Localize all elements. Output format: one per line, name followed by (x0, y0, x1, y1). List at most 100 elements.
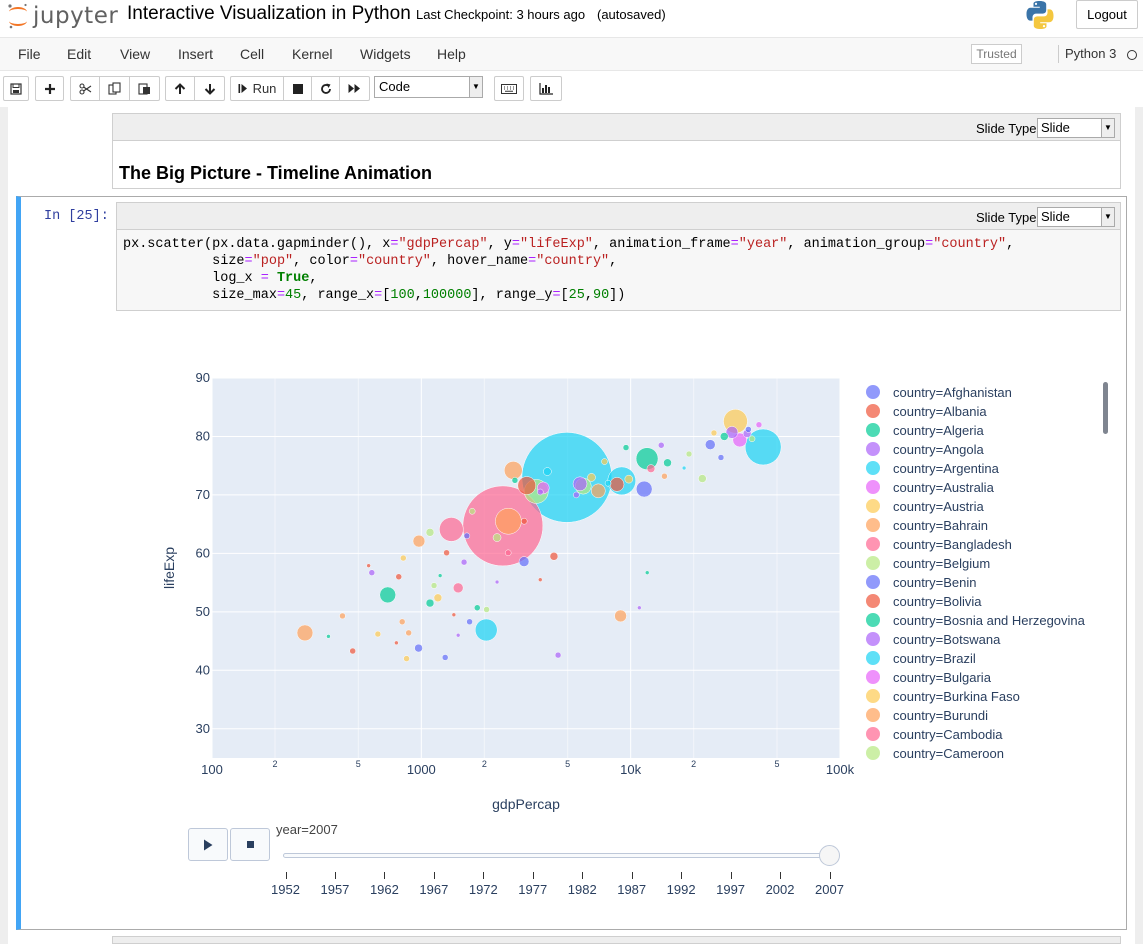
input-prompt: In [25]: (44, 209, 109, 224)
data-point (425, 598, 435, 608)
code-line: size="pop", color="country", hover_name=… (123, 254, 618, 269)
slider-tick-label[interactable]: 1987 (617, 882, 646, 897)
data-point (661, 472, 668, 480)
run-button[interactable]: Run (230, 76, 284, 101)
legend-marker (866, 385, 880, 399)
data-point (339, 612, 346, 620)
copy-button[interactable] (100, 76, 130, 101)
legend-item-label: country=Burkina Faso (893, 689, 1020, 704)
code-line: px.scatter(px.data.gapminder(), x="gdpPe… (123, 237, 1015, 252)
legend-item-label: country=Brazil (893, 651, 976, 666)
legend-item-label: country=Botswana (893, 632, 1001, 647)
menu-file[interactable]: File (18, 46, 41, 62)
logout-button[interactable]: Logout (1076, 0, 1138, 29)
code-line: log_x = True, (123, 271, 318, 286)
save-button[interactable] (3, 76, 29, 101)
legend-marker (866, 689, 880, 703)
arrow-up-icon (174, 82, 186, 94)
x-minor-tick-label: 2 (482, 759, 487, 769)
data-point (591, 483, 606, 499)
data-point (601, 458, 608, 465)
slide-type-select[interactable]: Slide ▼ (1037, 118, 1115, 138)
notebook-title[interactable]: Interactive Visualization in Python (127, 3, 411, 25)
play-button[interactable] (188, 828, 228, 861)
data-point (483, 606, 490, 613)
x-minor-tick-label: 2 (273, 759, 278, 769)
year-slider[interactable] (283, 853, 830, 858)
menu-edit[interactable]: Edit (67, 46, 91, 62)
code-line: size_max=45, range_x=[100,100000], range… (123, 288, 626, 303)
move-up-button[interactable] (165, 76, 195, 101)
arrow-down-icon (204, 83, 215, 95)
menu-view[interactable]: View (120, 46, 150, 62)
data-point (637, 605, 642, 611)
data-point (745, 426, 752, 433)
chart-button[interactable] (530, 76, 562, 101)
menu-widgets[interactable]: Widgets (360, 46, 411, 62)
data-point (326, 634, 331, 639)
cut-button[interactable] (70, 76, 100, 101)
slider-tick-label[interactable]: 1992 (667, 882, 696, 897)
legend-scrollbar[interactable] (1103, 382, 1108, 434)
kernel-name[interactable]: Python 3 (1065, 46, 1116, 61)
slider-tick-label[interactable]: 1957 (320, 882, 349, 897)
slider-tick-label[interactable]: 2007 (815, 882, 844, 897)
x-minor-tick-label: 5 (356, 759, 361, 769)
legend-item-label: country=Algeria (893, 423, 984, 438)
current-year-label: year=2007 (276, 822, 338, 837)
jupyter-logo[interactable]: jupyter (6, 2, 118, 30)
slider-tick-label[interactable]: 1972 (469, 882, 498, 897)
trusted-indicator[interactable]: Trusted (971, 44, 1022, 64)
menu-insert[interactable]: Insert (178, 46, 213, 62)
restart-run-all-button[interactable] (340, 76, 370, 101)
data-point (609, 477, 625, 492)
command-palette-button[interactable] (494, 76, 524, 101)
data-point (717, 454, 725, 461)
legend-item-label: country=Afghanistan (893, 385, 1012, 400)
keyboard-icon (501, 83, 517, 94)
paste-icon (138, 83, 150, 95)
scatter-plot[interactable]: 30 40 50 60 70 80 90 100 1000 10k 100k 2 5 2 5 2 5 gdpPer… (150, 360, 1110, 820)
data-point (572, 476, 588, 492)
slider-tick-label[interactable]: 1997 (716, 882, 745, 897)
data-point (644, 570, 650, 575)
menu-help[interactable]: Help (437, 46, 466, 62)
slider-tick (285, 872, 287, 879)
data-point (681, 465, 687, 471)
y-tick-label: 60 (196, 545, 210, 560)
data-point (518, 556, 530, 567)
legend-item-label: country=Belgium (893, 556, 990, 571)
menu-cell[interactable]: Cell (240, 46, 264, 62)
slide-type-select[interactable]: Slide ▼ (1037, 207, 1115, 227)
slider-tick (532, 872, 534, 879)
data-point (296, 624, 314, 642)
slider-tick-label[interactable]: 1982 (568, 882, 597, 897)
slider-tick-label[interactable]: 1967 (419, 882, 448, 897)
slider-handle[interactable] (819, 845, 840, 866)
interrupt-button[interactable] (284, 76, 312, 101)
markdown-heading: The Big Picture - Timeline Animation (119, 163, 433, 183)
slider-tick-label[interactable]: 1977 (518, 882, 547, 897)
chevron-down-icon: ▼ (469, 77, 482, 97)
paste-button[interactable] (130, 76, 160, 101)
legend-item-label: country=Albania (893, 404, 987, 419)
data-point (439, 517, 464, 542)
slider-tick-label[interactable]: 1962 (370, 882, 399, 897)
data-point (412, 534, 426, 548)
data-point (622, 444, 630, 451)
move-down-button[interactable] (195, 76, 225, 101)
restart-button[interactable] (312, 76, 340, 101)
next-cell[interactable] (112, 936, 1121, 944)
x-tick-label: 100k (826, 762, 855, 777)
cell-type-select[interactable]: Code ▼ (374, 76, 483, 98)
menu-kernel[interactable]: Kernel (292, 46, 332, 62)
slider-tick-label[interactable]: 1952 (271, 882, 300, 897)
pause-button[interactable] (230, 828, 270, 861)
animation-buttons (188, 828, 272, 861)
slide-type-value: Slide (1041, 120, 1070, 135)
run-label: Run (252, 81, 277, 96)
insert-cell-button[interactable] (35, 76, 64, 101)
data-point (710, 429, 718, 437)
python-logo-icon (1025, 0, 1055, 35)
slider-tick-label[interactable]: 2002 (766, 882, 795, 897)
